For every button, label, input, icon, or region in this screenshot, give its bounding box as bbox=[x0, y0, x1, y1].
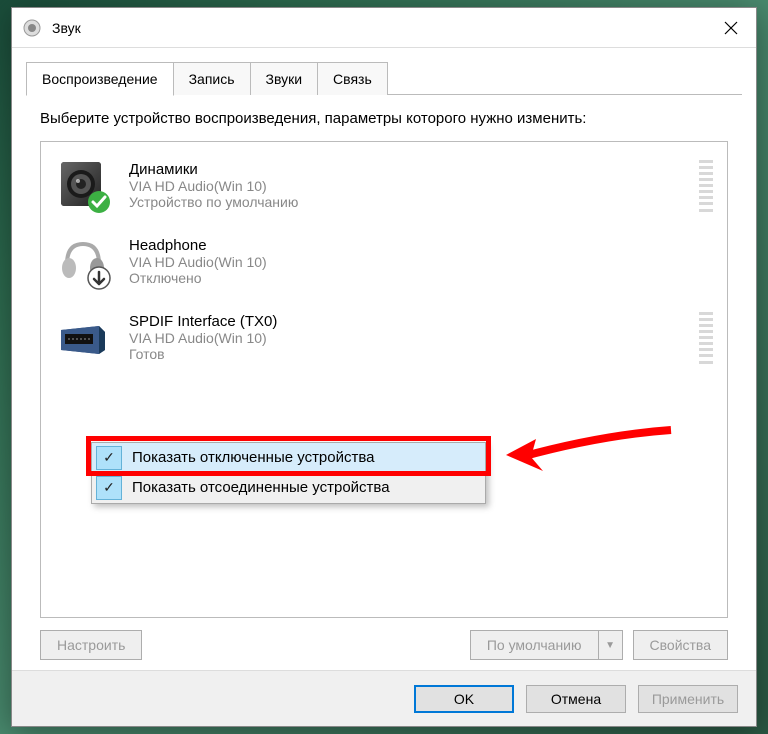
device-item-spdif[interactable]: SPDIF Interface (TX0) VIA HD Audio(Win 1… bbox=[47, 300, 721, 376]
cancel-button[interactable]: Отмена bbox=[526, 685, 626, 713]
titlebar: Звук bbox=[12, 8, 756, 48]
close-button[interactable] bbox=[706, 8, 756, 48]
device-driver: VIA HD Audio(Win 10) bbox=[129, 254, 713, 270]
ctx-show-disconnected[interactable]: ✓ Показать отсоединенные устройства bbox=[92, 473, 485, 503]
tab-playback[interactable]: Воспроизведение bbox=[26, 62, 174, 96]
check-icon: ✓ bbox=[96, 446, 122, 470]
level-meter bbox=[699, 160, 713, 212]
check-icon: ✓ bbox=[96, 476, 122, 500]
sound-dialog: Звук Воспроизведение Запись Звуки Связь … bbox=[11, 7, 757, 727]
device-driver: VIA HD Audio(Win 10) bbox=[129, 178, 689, 194]
device-list: Динамики VIA HD Audio(Win 10) Устройство… bbox=[40, 141, 728, 619]
context-menu: ✓ Показать отключенные устройства ✓ Пока… bbox=[91, 442, 486, 504]
ctx-label: Показать отсоединенные устройства bbox=[132, 479, 390, 496]
instruction-text: Выберите устройство воспроизведения, пар… bbox=[40, 109, 728, 129]
headphone-icon bbox=[55, 234, 111, 290]
sound-icon bbox=[22, 18, 42, 38]
configure-button[interactable]: Настроить bbox=[40, 630, 142, 660]
device-status: Готов bbox=[129, 346, 689, 362]
chevron-down-icon[interactable]: ▼ bbox=[598, 631, 622, 659]
device-driver: VIA HD Audio(Win 10) bbox=[129, 330, 689, 346]
device-status: Устройство по умолчанию bbox=[129, 194, 689, 210]
device-name: SPDIF Interface (TX0) bbox=[129, 313, 689, 330]
ctx-label: Показать отключенные устройства bbox=[132, 449, 375, 466]
tab-content: Выберите устройство воспроизведения, пар… bbox=[12, 95, 756, 670]
dialog-buttons: OK Отмена Применить bbox=[12, 670, 756, 726]
device-item-speakers[interactable]: Динамики VIA HD Audio(Win 10) Устройство… bbox=[47, 148, 721, 224]
apply-button[interactable]: Применить bbox=[638, 685, 738, 713]
ctx-show-disabled[interactable]: ✓ Показать отключенные устройства bbox=[92, 443, 485, 473]
ok-button[interactable]: OK bbox=[414, 685, 514, 713]
device-name: Headphone bbox=[129, 237, 713, 254]
set-default-button[interactable]: По умолчанию ▼ bbox=[470, 630, 623, 660]
device-info: Динамики VIA HD Audio(Win 10) Устройство… bbox=[129, 161, 689, 210]
device-info: SPDIF Interface (TX0) VIA HD Audio(Win 1… bbox=[129, 313, 689, 362]
tab-recording[interactable]: Запись bbox=[173, 62, 251, 95]
set-default-label: По умолчанию bbox=[471, 631, 598, 659]
tab-strip: Воспроизведение Запись Звуки Связь bbox=[12, 48, 756, 95]
device-item-headphone[interactable]: Headphone VIA HD Audio(Win 10) Отключено bbox=[47, 224, 721, 300]
tab-sounds[interactable]: Звуки bbox=[250, 62, 319, 95]
device-buttons: Настроить По умолчанию ▼ Свойства bbox=[40, 618, 728, 660]
spdif-icon bbox=[55, 310, 111, 366]
device-name: Динамики bbox=[129, 161, 689, 178]
level-meter bbox=[699, 312, 713, 364]
annotation-arrow bbox=[501, 425, 681, 500]
speaker-icon bbox=[55, 158, 111, 214]
tab-communications[interactable]: Связь bbox=[317, 62, 388, 95]
device-status: Отключено bbox=[129, 270, 713, 286]
properties-button[interactable]: Свойства bbox=[633, 630, 728, 660]
window-title: Звук bbox=[52, 20, 706, 36]
device-info: Headphone VIA HD Audio(Win 10) Отключено bbox=[129, 237, 713, 286]
